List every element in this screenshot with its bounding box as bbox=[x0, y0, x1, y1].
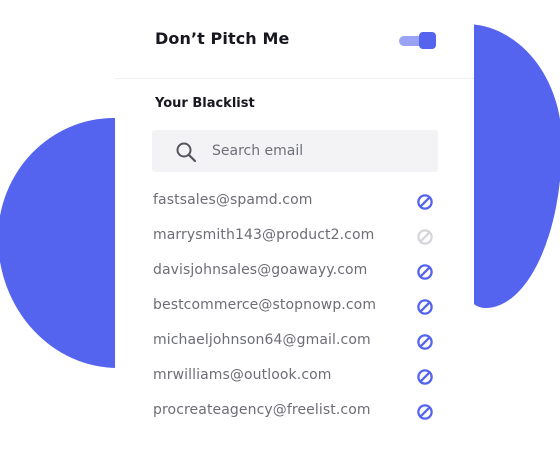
email-address: davisjohnsales@goawayy.com bbox=[153, 262, 368, 278]
search-icon bbox=[176, 142, 197, 163]
blacklist-card: Don’t Pitch Me Your Blacklist fastsales@… bbox=[115, 0, 474, 460]
search-input[interactable] bbox=[212, 130, 422, 172]
block-icon[interactable] bbox=[416, 228, 434, 246]
card-header: Don’t Pitch Me bbox=[115, 0, 474, 79]
block-icon[interactable] bbox=[416, 368, 434, 386]
list-item: fastsales@spamd.com bbox=[153, 184, 439, 219]
app-title: Don’t Pitch Me bbox=[155, 29, 290, 48]
email-address: bestcommerce@stopnowp.com bbox=[153, 297, 377, 313]
list-item: michaeljohnson64@gmail.com bbox=[153, 324, 439, 359]
email-list: fastsales@spamd.com marrysmith143@product… bbox=[153, 184, 439, 429]
stage: Don’t Pitch Me Your Blacklist fastsales@… bbox=[0, 0, 560, 460]
list-item: procreateagency@freelist.com bbox=[153, 394, 439, 429]
email-address: michaeljohnson64@gmail.com bbox=[153, 332, 371, 348]
email-address: marrysmith143@product2.com bbox=[153, 227, 375, 243]
block-icon[interactable] bbox=[416, 333, 434, 351]
email-address: mrwilliams@outlook.com bbox=[153, 367, 332, 383]
search-box[interactable] bbox=[152, 130, 438, 172]
section-title: Your Blacklist bbox=[155, 96, 255, 111]
list-item: davisjohnsales@goawayy.com bbox=[153, 254, 439, 289]
list-item: bestcommerce@stopnowp.com bbox=[153, 289, 439, 324]
block-icon[interactable] bbox=[416, 263, 434, 281]
toggle-knob bbox=[419, 32, 436, 49]
block-icon[interactable] bbox=[416, 403, 434, 421]
email-address: fastsales@spamd.com bbox=[153, 192, 313, 208]
list-item: mrwilliams@outlook.com bbox=[153, 359, 439, 394]
email-address: procreateagency@freelist.com bbox=[153, 402, 371, 418]
enable-toggle[interactable] bbox=[399, 32, 436, 50]
list-item: marrysmith143@product2.com bbox=[153, 219, 439, 254]
block-icon[interactable] bbox=[416, 193, 434, 211]
block-icon[interactable] bbox=[416, 298, 434, 316]
